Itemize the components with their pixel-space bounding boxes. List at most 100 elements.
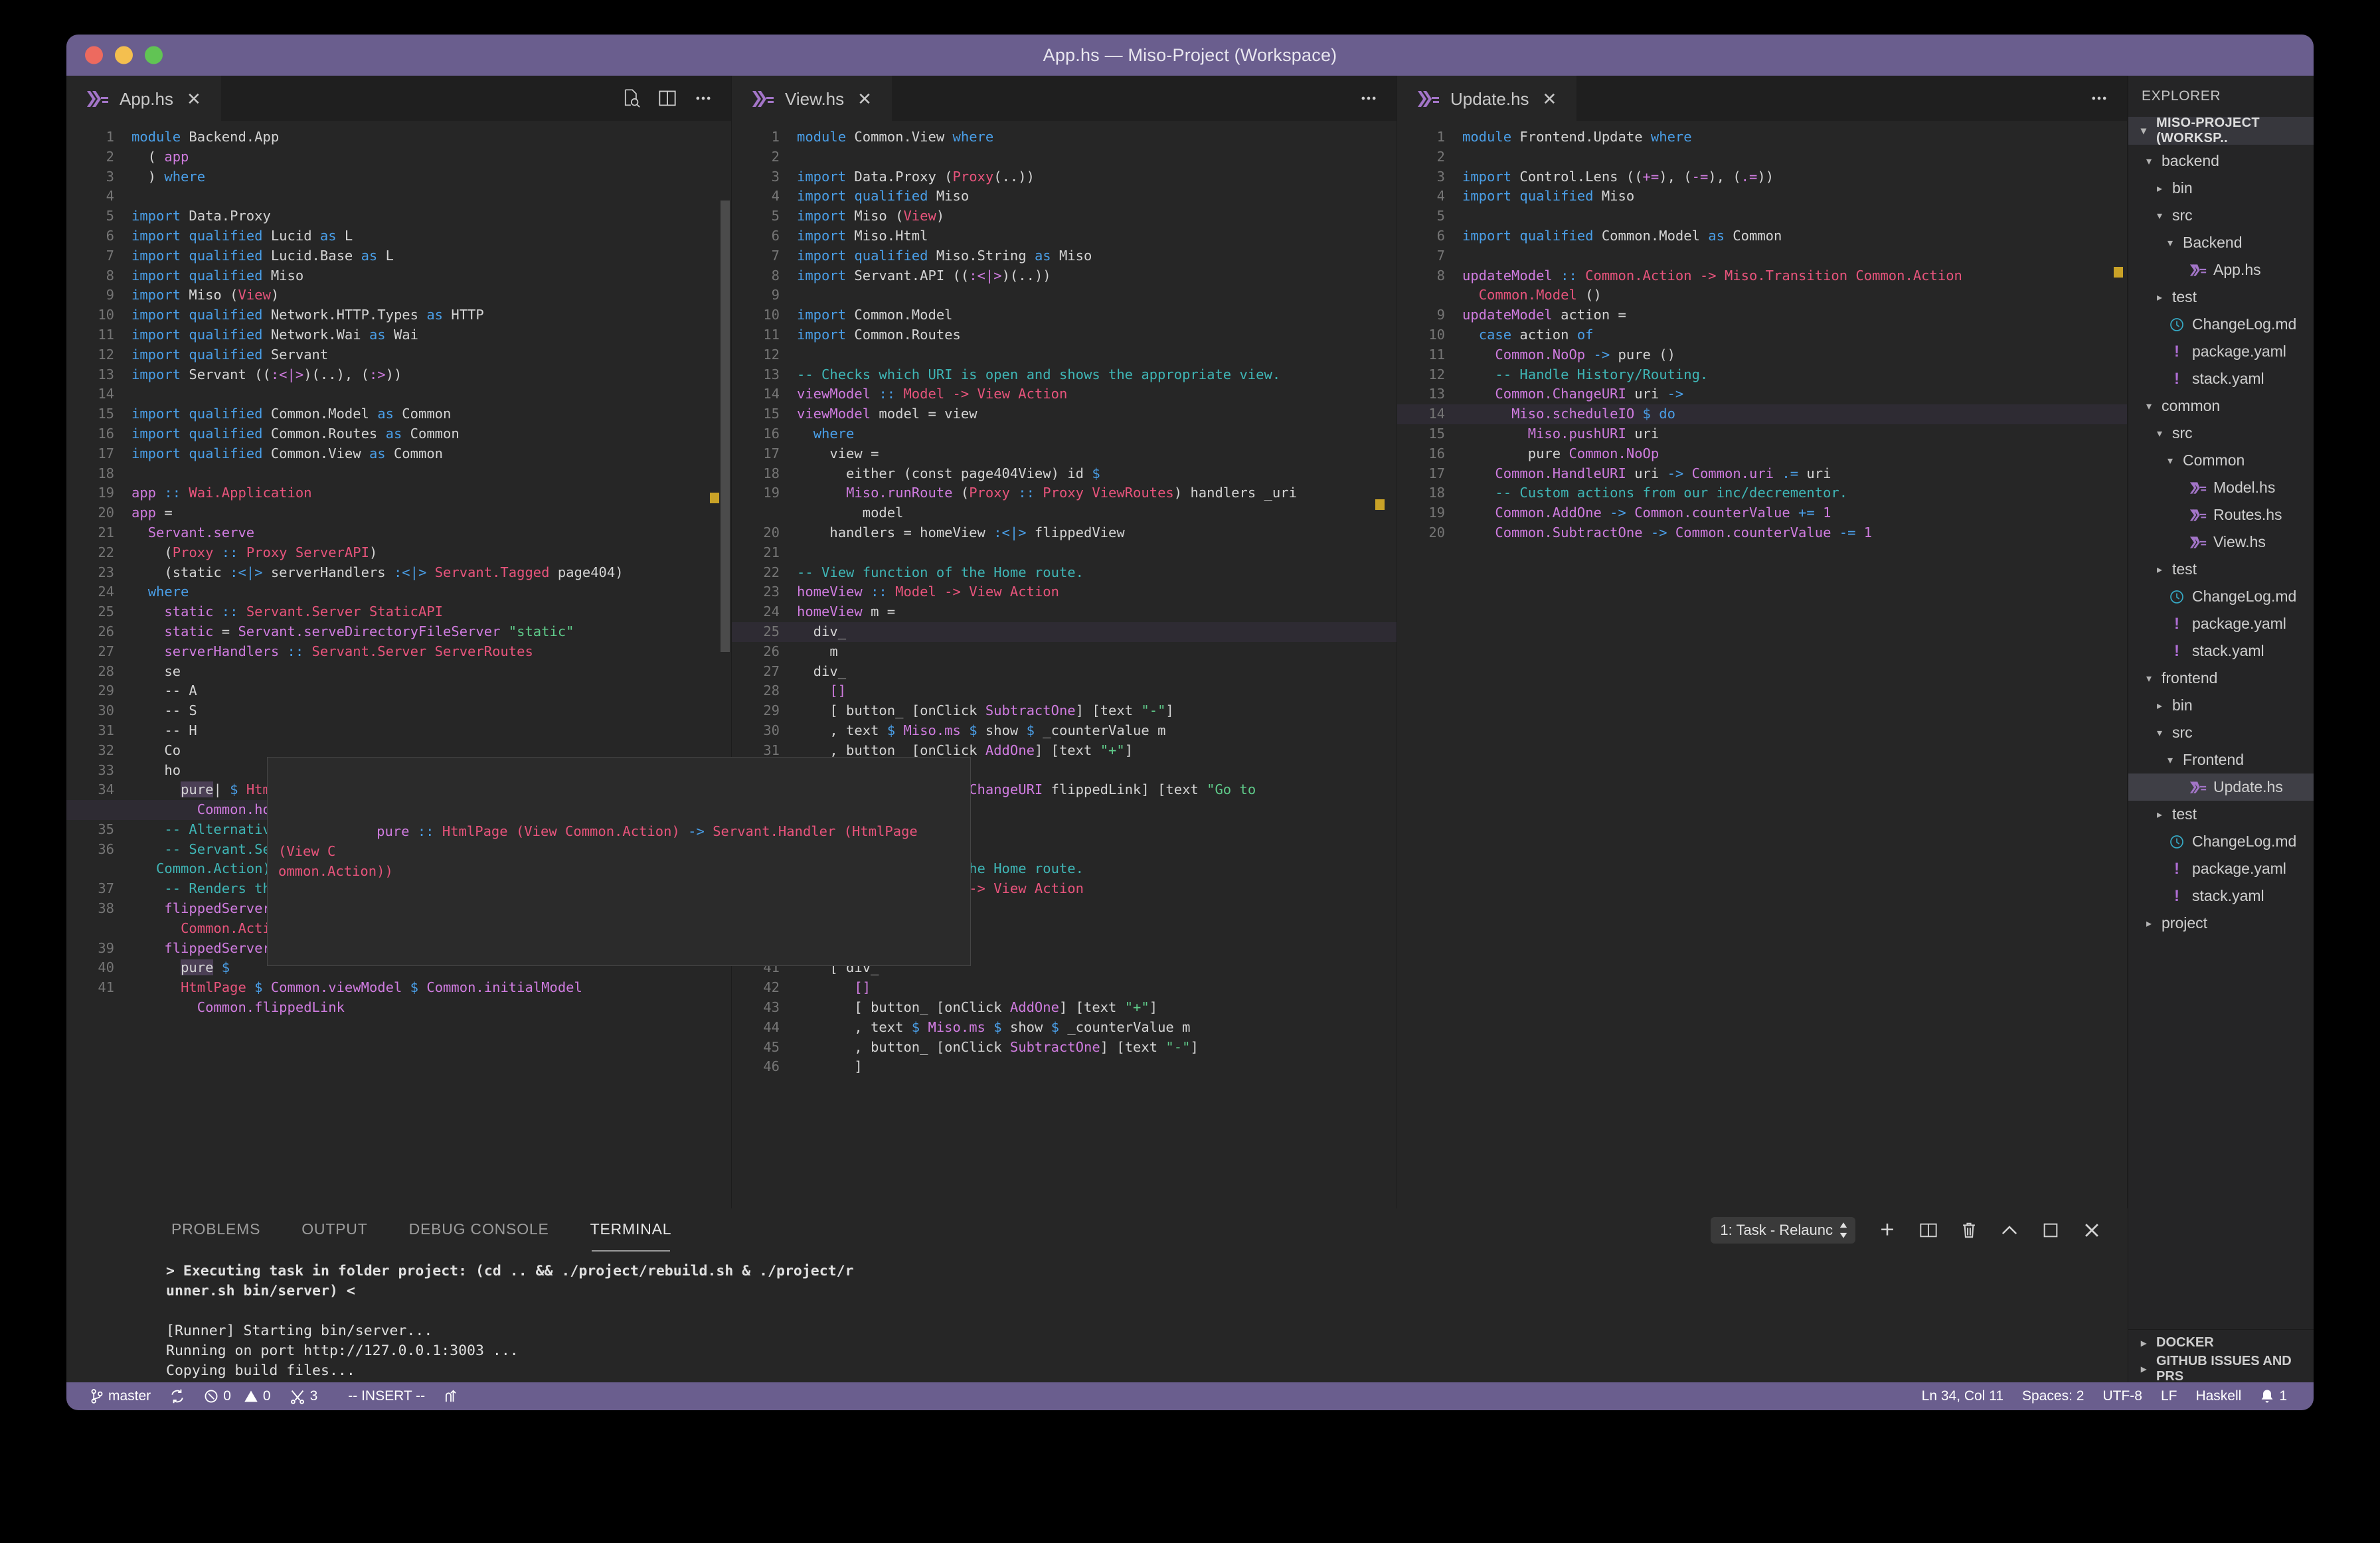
sidebar-item-src[interactable]: ▾ src [2128,202,2314,229]
tab-problems[interactable]: PROBLEMS [171,1220,260,1241]
terminal-output[interactable]: > Executing task in folder project: (cd … [66,1252,2128,1382]
editor-scrollbar-1[interactable] [721,201,730,652]
code-viewport-2[interactable]: 1 module Common.View where 2 3 import Data.P… [732,121,1397,1208]
workspace-root-row[interactable]: ▾ MISO-PROJECT (WORKSP.. [2128,116,2314,145]
terminal-selector[interactable]: 1: Task - Relaunc [1711,1217,1855,1244]
chevron-right-icon[interactable]: ▸ [2152,699,2167,712]
more-actions-icon[interactable] [1359,90,1378,107]
sidebar-item-test[interactable]: ▸ test [2128,284,2314,311]
code-line: 18 either (const page404View) id $ [763,465,1100,481]
open-changes-icon[interactable] [622,88,641,108]
chevron-down-icon[interactable]: ▾ [2163,454,2177,467]
status-cursor-position[interactable]: Ln 34, Col 11 [1912,1388,2013,1404]
sidebar-item-routes-hs[interactable]: Routes.hs [2128,501,2314,528]
sidebar-item-stack-yaml[interactable]: ! stack.yaml [2128,637,2314,665]
chevron-down-icon[interactable]: ▾ [2142,672,2156,685]
sidebar-item-bin[interactable]: ▸ bin [2128,175,2314,202]
close-icon[interactable]: ✕ [857,89,872,110]
status-ports[interactable]: 3 [280,1388,327,1404]
sidebar-item-bin[interactable]: ▸ bin [2128,692,2314,719]
sidebar-item-stack-yaml[interactable]: ! stack.yaml [2128,365,2314,392]
zoom-window-button[interactable] [145,46,163,64]
sidebar-item-test[interactable]: ▸ test [2128,556,2314,583]
tab-app-hs[interactable]: App.hs ✕ [66,76,221,121]
sidebar-item-stack-yaml[interactable]: ! stack.yaml [2128,882,2314,910]
chevron-down-icon[interactable]: ▾ [2142,155,2156,168]
close-window-button[interactable] [85,46,103,64]
sidebar-item-frontend[interactable]: ▾ Frontend [2128,746,2314,773]
sidebar-item-common[interactable]: ▾ common [2128,392,2314,420]
code-line: 42 [] [763,979,871,996]
chevron-down-icon[interactable]: ▾ [2136,124,2151,137]
status-vim-icon-wrap[interactable] [434,1388,468,1405]
status-eol[interactable]: LF [2152,1388,2187,1404]
close-panel-icon[interactable] [2082,1221,2101,1240]
sidebar-item-src[interactable]: ▾ src [2128,420,2314,447]
status-vim-mode: -- INSERT -- [348,1388,426,1404]
status-encoding[interactable]: UTF-8 [2093,1388,2152,1404]
status-branch[interactable]: master [81,1388,160,1404]
add-terminal-icon[interactable] [1878,1221,1897,1240]
sidebar-item-changelog-md[interactable]: ChangeLog.md [2128,583,2314,610]
sidebar-item-label: Update.hs [2213,778,2283,795]
chevron-right-icon[interactable]: ▸ [2152,808,2167,821]
close-icon[interactable]: ✕ [1543,89,1557,110]
sidebar-item-changelog-md[interactable]: ChangeLog.md [2128,311,2314,338]
sidebar-item-label: bin [2172,696,2193,714]
chevron-down-icon[interactable]: ▾ [2142,400,2156,413]
sidebar-item-common[interactable]: ▾ Common [2128,447,2314,474]
tab-debug-console[interactable]: DEBUG CONSOLE [409,1220,549,1241]
status-sync[interactable] [160,1388,195,1404]
more-actions-icon[interactable] [694,90,713,107]
sidebar-item-changelog-md[interactable]: ChangeLog.md [2128,828,2314,855]
status-language-mode[interactable]: Haskell [2186,1388,2251,1404]
code-line: 7 [1436,247,1445,264]
tab-terminal[interactable]: TERMINAL [590,1220,672,1252]
close-icon[interactable]: ✕ [187,89,201,110]
sidebar-item-backend[interactable]: ▾ backend [2128,147,2314,175]
status-errors[interactable]: 0 0 [195,1388,280,1404]
code-viewport-3[interactable]: 1 module Frontend.Update where 2 3 import Co… [1397,121,2127,1208]
sidebar-item-app-hs[interactable]: App.hs [2128,256,2314,284]
sidebar-item-update-hs[interactable]: Update.hs [2128,773,2314,801]
sidebar-item-src[interactable]: ▾ src [2128,719,2314,746]
sidebar-item-frontend[interactable]: ▾ frontend [2128,665,2314,692]
split-editor-icon[interactable] [658,90,677,107]
split-terminal-icon[interactable] [1919,1222,1938,1239]
sidebar-item-label: stack.yaml [2192,642,2264,659]
tab-view-hs[interactable]: View.hs ✕ [732,76,892,121]
kill-terminal-icon[interactable] [1960,1221,1978,1240]
sidebar-item-project[interactable]: ▸ project [2128,910,2314,937]
more-actions-icon[interactable] [2090,90,2108,107]
status-indentation[interactable]: Spaces: 2 [2013,1388,2093,1404]
chevron-down-icon[interactable]: ▾ [2152,209,2167,222]
code-line: 18 -- Custom actions from our inc/decrem… [1428,485,1848,501]
status-notifications[interactable]: 1 [2251,1388,2296,1404]
sidebar-item-package-yaml[interactable]: ! package.yaml [2128,338,2314,365]
chevron-down-icon[interactable]: ▾ [2163,754,2177,767]
sidebar-item-view-hs[interactable]: View.hs [2128,528,2314,556]
chevron-right-icon[interactable]: ▸ [2152,563,2167,576]
sidebar-section-github[interactable]: ▸ GITHUB ISSUES AND PRS [2128,1354,2314,1384]
code-viewport-1[interactable]: 1 module Backend.App 2 ( app 3 ) where 4 5 imp… [66,121,731,1208]
toggle-panel-icon[interactable] [2041,1222,2060,1239]
workspace-root-label: MISO-PROJECT (WORKSP.. [2156,116,2260,145]
chevron-down-icon[interactable]: ▾ [2152,427,2167,440]
tab-output[interactable]: OUTPUT [301,1220,367,1241]
sidebar-item-package-yaml[interactable]: ! package.yaml [2128,855,2314,882]
sidebar-item-model-hs[interactable]: Model.hs [2128,474,2314,501]
sidebar-section-docker[interactable]: ▸ DOCKER [2128,1329,2314,1356]
sidebar-item-package-yaml[interactable]: ! package.yaml [2128,610,2314,637]
code-line: Common.Model () [1478,287,1602,303]
chevron-down-icon[interactable]: ▾ [2152,726,2167,740]
chevron-down-icon[interactable]: ▾ [2163,236,2177,250]
chevron-right-icon[interactable]: ▸ [2152,291,2167,304]
maximize-panel-icon[interactable] [2000,1222,2019,1239]
chevron-right-icon[interactable]: ▸ [2152,182,2167,195]
tab-update-hs[interactable]: Update.hs ✕ [1397,76,1577,121]
minimize-window-button[interactable] [115,46,133,64]
sidebar-item-test[interactable]: ▸ test [2128,801,2314,828]
sidebar-item-backend[interactable]: ▾ Backend [2128,229,2314,256]
chevron-right-icon[interactable]: ▸ [2142,917,2156,930]
chevron-updown-icon [1838,1222,1849,1239]
